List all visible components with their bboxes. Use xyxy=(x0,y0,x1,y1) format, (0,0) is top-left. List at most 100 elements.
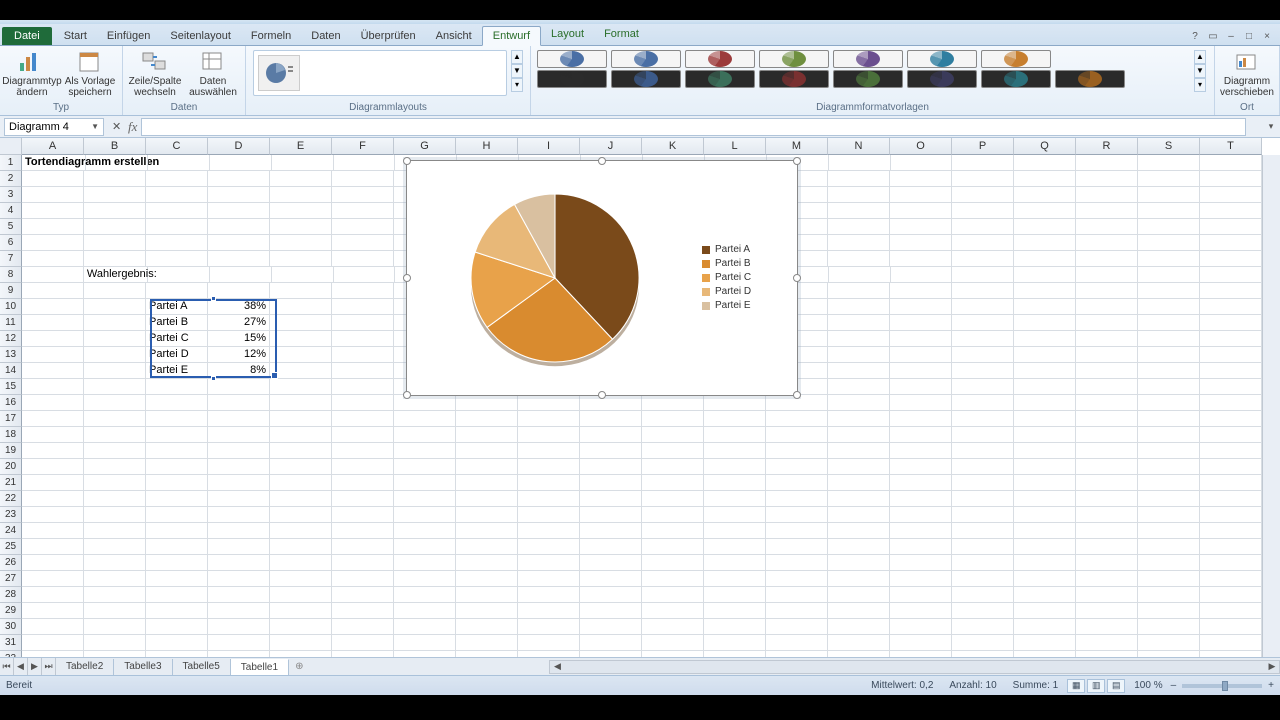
column-header[interactable]: H xyxy=(456,138,518,155)
cell[interactable] xyxy=(1138,267,1200,283)
cell[interactable] xyxy=(766,555,828,571)
cell[interactable] xyxy=(1014,299,1076,315)
cell[interactable] xyxy=(84,507,146,523)
tab-layout[interactable]: Layout xyxy=(541,25,594,45)
row-header[interactable]: 12 xyxy=(0,331,22,347)
view-page-layout-button[interactable]: ▥ xyxy=(1087,679,1105,693)
cell[interactable] xyxy=(332,331,394,347)
row-header[interactable]: 10 xyxy=(0,299,22,315)
cell[interactable] xyxy=(394,443,456,459)
cancel-formula-icon[interactable]: ✕ xyxy=(104,120,124,133)
chart-style-thumb[interactable] xyxy=(907,70,977,88)
scroll-down-icon[interactable]: ▼ xyxy=(1194,64,1206,78)
cell[interactable] xyxy=(828,331,890,347)
cell[interactable] xyxy=(146,635,208,651)
cell[interactable] xyxy=(642,651,704,657)
cell[interactable] xyxy=(1076,155,1138,171)
row-header[interactable]: 5 xyxy=(0,219,22,235)
cell[interactable] xyxy=(890,555,952,571)
cell[interactable] xyxy=(952,379,1014,395)
cell[interactable] xyxy=(1014,219,1076,235)
cell[interactable] xyxy=(84,443,146,459)
cell[interactable] xyxy=(456,523,518,539)
sheet-nav-first-icon[interactable]: ⏮ xyxy=(0,658,14,675)
cell[interactable] xyxy=(146,203,208,219)
cell[interactable] xyxy=(146,411,208,427)
cell[interactable] xyxy=(22,523,84,539)
cell[interactable] xyxy=(146,507,208,523)
cell[interactable] xyxy=(394,587,456,603)
cell[interactable] xyxy=(146,171,208,187)
cell[interactable] xyxy=(22,331,84,347)
cell[interactable] xyxy=(828,587,890,603)
sheet-nav-prev-icon[interactable]: ◀ xyxy=(14,658,28,675)
cell[interactable] xyxy=(146,523,208,539)
cell[interactable] xyxy=(1138,171,1200,187)
cell[interactable] xyxy=(394,427,456,443)
cell[interactable] xyxy=(270,187,332,203)
column-header[interactable]: L xyxy=(704,138,766,155)
cell[interactable] xyxy=(704,539,766,555)
cell[interactable] xyxy=(580,475,642,491)
cell[interactable] xyxy=(146,443,208,459)
cell[interactable] xyxy=(146,283,208,299)
cell[interactable] xyxy=(1200,299,1262,315)
cell[interactable] xyxy=(146,571,208,587)
cell[interactable] xyxy=(828,379,890,395)
cell[interactable] xyxy=(270,443,332,459)
cell[interactable] xyxy=(518,555,580,571)
cell[interactable] xyxy=(1200,155,1262,171)
cell[interactable] xyxy=(1200,523,1262,539)
cell[interactable] xyxy=(1014,315,1076,331)
cell[interactable] xyxy=(1076,619,1138,635)
cell[interactable] xyxy=(890,203,952,219)
cell[interactable] xyxy=(642,603,704,619)
cell[interactable] xyxy=(208,507,270,523)
cell[interactable] xyxy=(86,155,148,171)
cell[interactable] xyxy=(270,379,332,395)
cell[interactable] xyxy=(1014,155,1076,171)
cell[interactable] xyxy=(518,475,580,491)
cell[interactable] xyxy=(580,427,642,443)
cell[interactable] xyxy=(84,299,146,315)
tab-seitenlayout[interactable]: Seitenlayout xyxy=(160,27,241,45)
cell[interactable] xyxy=(208,379,270,395)
cell[interactable] xyxy=(828,427,890,443)
cell[interactable] xyxy=(208,571,270,587)
cell[interactable] xyxy=(952,283,1014,299)
close-icon[interactable]: × xyxy=(1260,29,1274,43)
cell[interactable] xyxy=(1138,555,1200,571)
cell[interactable] xyxy=(1138,219,1200,235)
column-header[interactable]: T xyxy=(1200,138,1262,155)
cell[interactable] xyxy=(22,187,84,203)
cell[interactable] xyxy=(270,171,332,187)
cell[interactable] xyxy=(828,603,890,619)
row-header[interactable]: 16 xyxy=(0,395,22,411)
cell[interactable] xyxy=(1138,459,1200,475)
chart-style-thumb[interactable] xyxy=(759,50,829,68)
cell[interactable] xyxy=(272,267,334,283)
cell[interactable] xyxy=(518,635,580,651)
cell[interactable]: 12% xyxy=(208,347,270,363)
cell[interactable] xyxy=(1014,523,1076,539)
cell[interactable] xyxy=(456,507,518,523)
cell[interactable] xyxy=(890,443,952,459)
cell[interactable] xyxy=(1076,603,1138,619)
cell[interactable] xyxy=(1138,539,1200,555)
cell[interactable] xyxy=(1076,427,1138,443)
cell[interactable] xyxy=(84,187,146,203)
cell[interactable] xyxy=(332,395,394,411)
cell[interactable] xyxy=(1014,187,1076,203)
cell[interactable] xyxy=(1200,171,1262,187)
chart-style-thumb[interactable] xyxy=(833,70,903,88)
cell[interactable] xyxy=(952,427,1014,443)
cell[interactable] xyxy=(332,219,394,235)
scroll-up-icon[interactable]: ▲ xyxy=(511,50,523,64)
row-header[interactable]: 4 xyxy=(0,203,22,219)
cell[interactable] xyxy=(952,203,1014,219)
cell[interactable] xyxy=(704,395,766,411)
cell[interactable] xyxy=(332,187,394,203)
cell[interactable] xyxy=(766,603,828,619)
chart-style-thumb[interactable] xyxy=(611,70,681,88)
change-chart-type-button[interactable]: Diagrammtyp ändern xyxy=(4,50,60,98)
